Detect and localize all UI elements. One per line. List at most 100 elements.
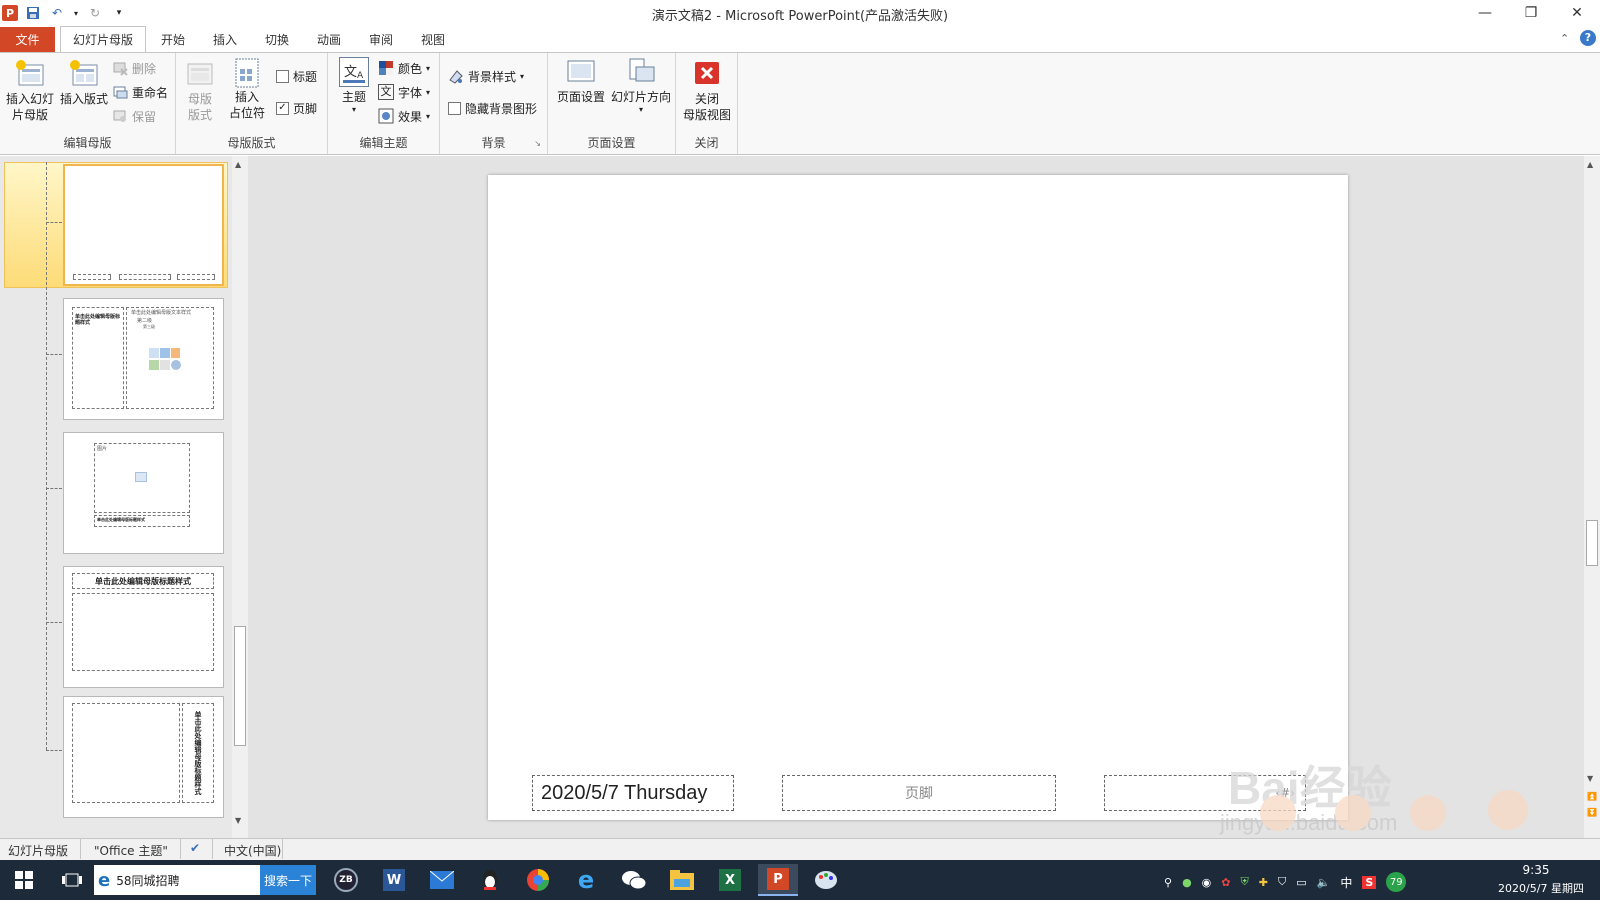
footer-checkbox-box[interactable]: ✓: [276, 101, 289, 115]
effects-button[interactable]: 效果 ▾: [378, 105, 430, 127]
preserve-label: 保留: [132, 109, 157, 124]
insert-slide-master-button[interactable]: 插入幻灯 片母版: [4, 59, 56, 123]
delete-label: 删除: [132, 61, 157, 76]
hide-background-checkbox[interactable]: 隐藏背景图形: [448, 97, 537, 119]
tab-file[interactable]: 文件: [0, 27, 55, 52]
internet-explorer-icon[interactable]: e: [566, 864, 606, 896]
thumbnail-layout-4[interactable]: 单击此处编辑母版标题样式: [63, 566, 224, 688]
taskbar-search-button[interactable]: 搜索一下: [260, 865, 316, 895]
zb-app-icon[interactable]: ZB: [326, 864, 366, 896]
thumb-vertical-title-text: 单击此处编辑母版标题样式: [194, 711, 202, 795]
browser-icon[interactable]: [518, 864, 558, 896]
footer-checkbox[interactable]: ✓ 页脚: [276, 97, 317, 119]
wechat-tray-icon[interactable]: ●: [1182, 876, 1192, 889]
mail-icon[interactable]: [422, 864, 462, 896]
thumbnail-layout-3[interactable]: 图片 单击此处编辑母版标题样式: [63, 432, 224, 554]
previous-slide-icon[interactable]: ⏫: [1587, 792, 1597, 801]
thumb-caption-placeholder: 单击此处编辑母版标题样式: [94, 515, 190, 527]
delete-button[interactable]: 删除: [112, 57, 156, 79]
title-checkbox-label: 标题: [293, 69, 318, 84]
windows-start-icon[interactable]: [4, 864, 44, 896]
insert-layout-label: 插入版式: [59, 92, 108, 106]
status-divider: [180, 839, 181, 859]
canvas-scrollbar[interactable]: ▲ ▼ ⏫ ⏬: [1584, 156, 1600, 838]
minimize-button[interactable]: —: [1462, 0, 1508, 26]
insert-layout-button[interactable]: 插入版式: [58, 59, 110, 107]
hide-background-checkbox-box[interactable]: [448, 101, 461, 115]
qq-tray-icon[interactable]: ◉: [1202, 876, 1212, 889]
status-language[interactable]: 中文(中国): [224, 842, 281, 859]
thumbnail-layout-5[interactable]: 单击此处编辑母版标题样式: [63, 696, 224, 818]
slide-canvas[interactable]: 2020/5/7 Thursday 页脚 ‹#›: [488, 175, 1348, 820]
close-button[interactable]: ✕: [1554, 0, 1600, 26]
status-divider: [80, 839, 81, 859]
background-styles-button[interactable]: 背景样式 ▾: [448, 65, 524, 87]
volume-icon[interactable]: 🔈: [1317, 876, 1331, 889]
wechat-icon[interactable]: [614, 864, 654, 896]
collapse-ribbon-icon[interactable]: ⌃: [1560, 32, 1569, 45]
title-checkbox-box[interactable]: [276, 69, 289, 83]
fonts-label: 字体: [398, 85, 423, 100]
scroll-thumb[interactable]: [234, 626, 246, 746]
tab-review[interactable]: 审阅: [358, 26, 404, 52]
security-tray-icon[interactable]: ⛨: [1241, 875, 1249, 889]
slide-thumbnail-pane[interactable]: 单击此处编辑母版标题样式 单击此处编辑母版文本样式 第二级 第三级 图片 单击此…: [0, 156, 248, 838]
taskbar-search-field[interactable]: e 58同城招聘: [94, 865, 260, 895]
paint-icon[interactable]: [806, 864, 846, 896]
background-dialog-launcher-icon[interactable]: ↘: [534, 139, 541, 148]
file-explorer-icon[interactable]: [662, 864, 702, 896]
master-layout-button[interactable]: 母版 版式: [180, 59, 220, 123]
rename-button[interactable]: 重命名: [112, 81, 168, 103]
group-label-edit-master: 编辑母版: [63, 136, 112, 150]
powerpoint-taskbar-icon[interactable]: P: [758, 864, 798, 896]
thumb-body-text: 单击此处编辑母版文本样式: [131, 310, 192, 316]
spellcheck-icon[interactable]: ✔: [190, 841, 200, 855]
scroll-thumb[interactable]: [1586, 520, 1598, 566]
people-icon[interactable]: ⚲: [1164, 876, 1172, 889]
themes-button[interactable]: 文A 主题 ▾: [334, 57, 374, 115]
title-checkbox[interactable]: 标题: [276, 65, 317, 87]
tab-transitions[interactable]: 切换: [254, 26, 300, 52]
tab-animations[interactable]: 动画: [306, 26, 352, 52]
network-icon[interactable]: ▭: [1296, 876, 1306, 889]
preserve-button[interactable]: 保留: [112, 105, 156, 127]
plus-tray-icon[interactable]: ✚: [1259, 876, 1268, 889]
footer-placeholder[interactable]: 页脚: [782, 775, 1056, 811]
page-setup-button[interactable]: 页面设置: [554, 57, 608, 105]
fonts-button[interactable]: 文 字体 ▾: [378, 81, 430, 103]
close-icon: ✕: [1571, 5, 1583, 21]
scroll-down-icon[interactable]: ▼: [235, 816, 241, 825]
clock-time[interactable]: 9:35: [1488, 863, 1584, 877]
close-master-view-button[interactable]: 关闭 母版视图: [680, 59, 734, 123]
defender-tray-icon[interactable]: ⛉: [1278, 875, 1286, 889]
word-icon[interactable]: W: [374, 864, 414, 896]
tab-view[interactable]: 视图: [410, 26, 456, 52]
page-setup-icon: [566, 57, 596, 87]
scroll-down-icon[interactable]: ▼: [1587, 774, 1593, 783]
colors-button[interactable]: 颜色 ▾: [378, 57, 430, 79]
tab-slide-master[interactable]: 幻灯片母版: [60, 26, 146, 53]
next-slide-icon[interactable]: ⏬: [1587, 808, 1597, 817]
tab-home[interactable]: 开始: [150, 26, 196, 52]
qq-icon[interactable]: [470, 864, 510, 896]
insert-placeholder-button[interactable]: 插入 占位符: [224, 57, 270, 121]
tab-insert[interactable]: 插入: [202, 26, 248, 52]
date-placeholder[interactable]: 2020/5/7 Thursday: [532, 775, 734, 811]
restore-button[interactable]: ❐: [1508, 0, 1554, 26]
scroll-up-icon[interactable]: ▲: [235, 160, 241, 169]
thumbnail-scrollbar[interactable]: ▲ ▼: [232, 156, 248, 838]
clock-date[interactable]: 2020/5/7 星期四: [1488, 880, 1594, 896]
notification-badge[interactable]: 79: [1386, 872, 1407, 892]
slide-orientation-button[interactable]: 幻灯片方向 ▾: [610, 57, 672, 115]
sogou-tray-icon[interactable]: S: [1362, 875, 1377, 889]
app-tray-icon[interactable]: ✿: [1221, 876, 1230, 889]
help-icon[interactable]: ?: [1580, 30, 1596, 46]
insert-placeholder-icon: [232, 57, 262, 88]
thumbnail-layout-2[interactable]: 单击此处编辑母版标题样式 单击此处编辑母版文本样式 第二级 第三级: [63, 298, 224, 420]
task-view-icon[interactable]: [52, 864, 92, 896]
excel-icon[interactable]: X: [710, 864, 750, 896]
ime-indicator[interactable]: 中: [1340, 874, 1352, 891]
thumbnail-layout-1[interactable]: [63, 164, 224, 286]
thumb-footer-placeholder: [119, 274, 171, 280]
scroll-up-icon[interactable]: ▲: [1587, 160, 1593, 169]
